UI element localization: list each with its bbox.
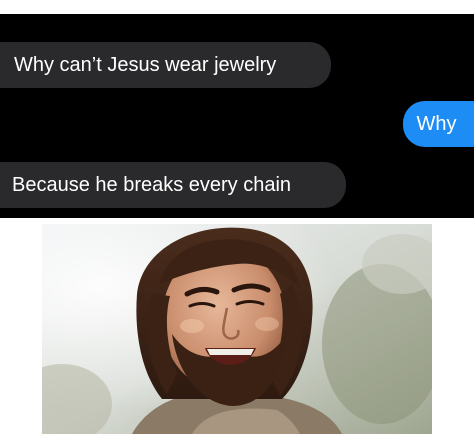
top-white-strip xyxy=(0,0,474,14)
image-panel xyxy=(0,218,474,434)
laughing-man-photo xyxy=(42,224,432,434)
incoming-message-bubble[interactable]: Why can’t Jesus wear jewelry xyxy=(0,42,331,88)
outgoing-message-bubble[interactable]: Why xyxy=(403,101,474,147)
photo-illustration xyxy=(42,224,432,434)
message-text: Why xyxy=(416,113,457,135)
message-text: Why can’t Jesus wear jewelry xyxy=(14,54,277,76)
incoming-message-bubble[interactable]: Because he breaks every chain xyxy=(0,162,346,208)
message-text: Because he breaks every chain xyxy=(12,174,292,196)
chat-conversation: Why can’t Jesus wear jewelry Why Because… xyxy=(0,0,474,218)
